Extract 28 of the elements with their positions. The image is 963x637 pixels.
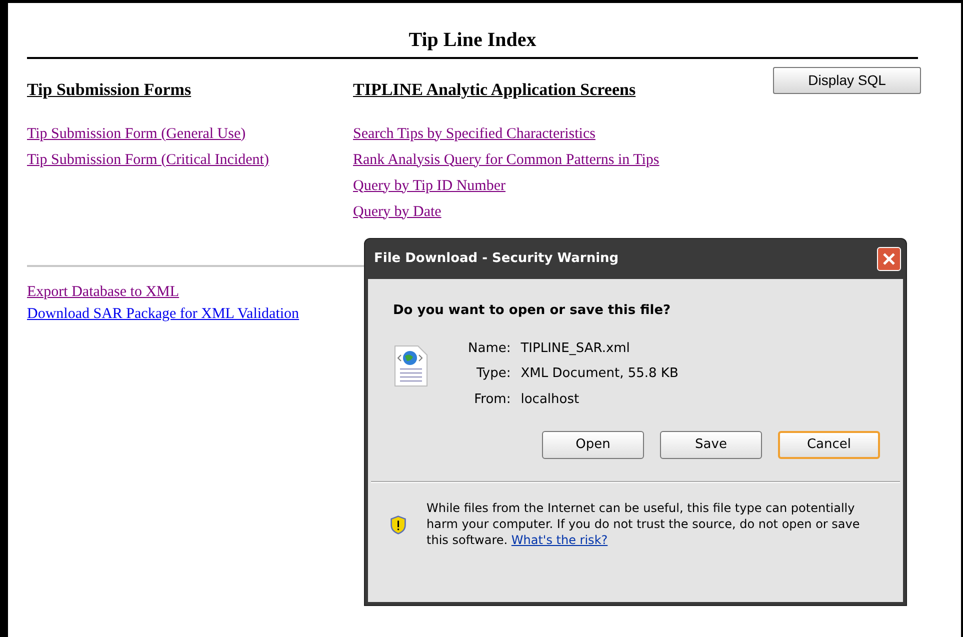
page-link[interactable]: Tip Submission Form (General Use) xyxy=(27,124,246,142)
risk-link[interactable]: What's the risk? xyxy=(511,533,608,547)
xml-file-icon xyxy=(394,344,428,386)
dialog-question: Do you want to open or save this file? xyxy=(393,302,672,320)
section-heading: Tip Submission Forms xyxy=(27,79,192,101)
page-link[interactable]: Query by Date xyxy=(353,202,442,220)
page-title: Tip Line Index xyxy=(408,29,536,51)
close-button[interactable] xyxy=(877,247,901,271)
dialog-button[interactable]: Cancel xyxy=(778,431,880,459)
dialog-button[interactable]: Open xyxy=(542,431,644,459)
field-label: Name: xyxy=(468,340,511,358)
warning-text: While files from the Internet can be useful, this file type can potentially harm your computer. If you do not trust the source, do not open or save this software. What's the risk? xyxy=(426,500,861,548)
page-link[interactable]: Tip Submission Form (Critical Incident) xyxy=(27,150,269,168)
page-link[interactable]: Download SAR Package for XML Validation xyxy=(27,304,300,322)
page-link[interactable]: Query by Tip ID Number xyxy=(353,176,506,194)
field-value: localhost xyxy=(520,390,580,408)
field-value: TIPLINE_SAR.xml xyxy=(520,340,631,358)
close-icon xyxy=(882,252,896,266)
field-label: From: xyxy=(473,390,511,408)
field-value: XML Document, 55.8 KB xyxy=(520,365,678,383)
section-heading: TIPLINE Analytic Application Screens xyxy=(353,79,636,101)
dialog-title: File Download - Security Warning xyxy=(374,250,619,268)
display-sql-button[interactable]: Display SQL xyxy=(773,67,921,94)
page-link[interactable]: Rank Analysis Query for Common Patterns in Tips xyxy=(353,150,660,168)
page-link[interactable]: Search Tips by Specified Characteristics xyxy=(353,124,596,142)
page-link[interactable]: Export Database to XML xyxy=(27,282,180,300)
field-label: Type: xyxy=(475,365,511,383)
dialog-button[interactable]: Save xyxy=(660,431,762,459)
